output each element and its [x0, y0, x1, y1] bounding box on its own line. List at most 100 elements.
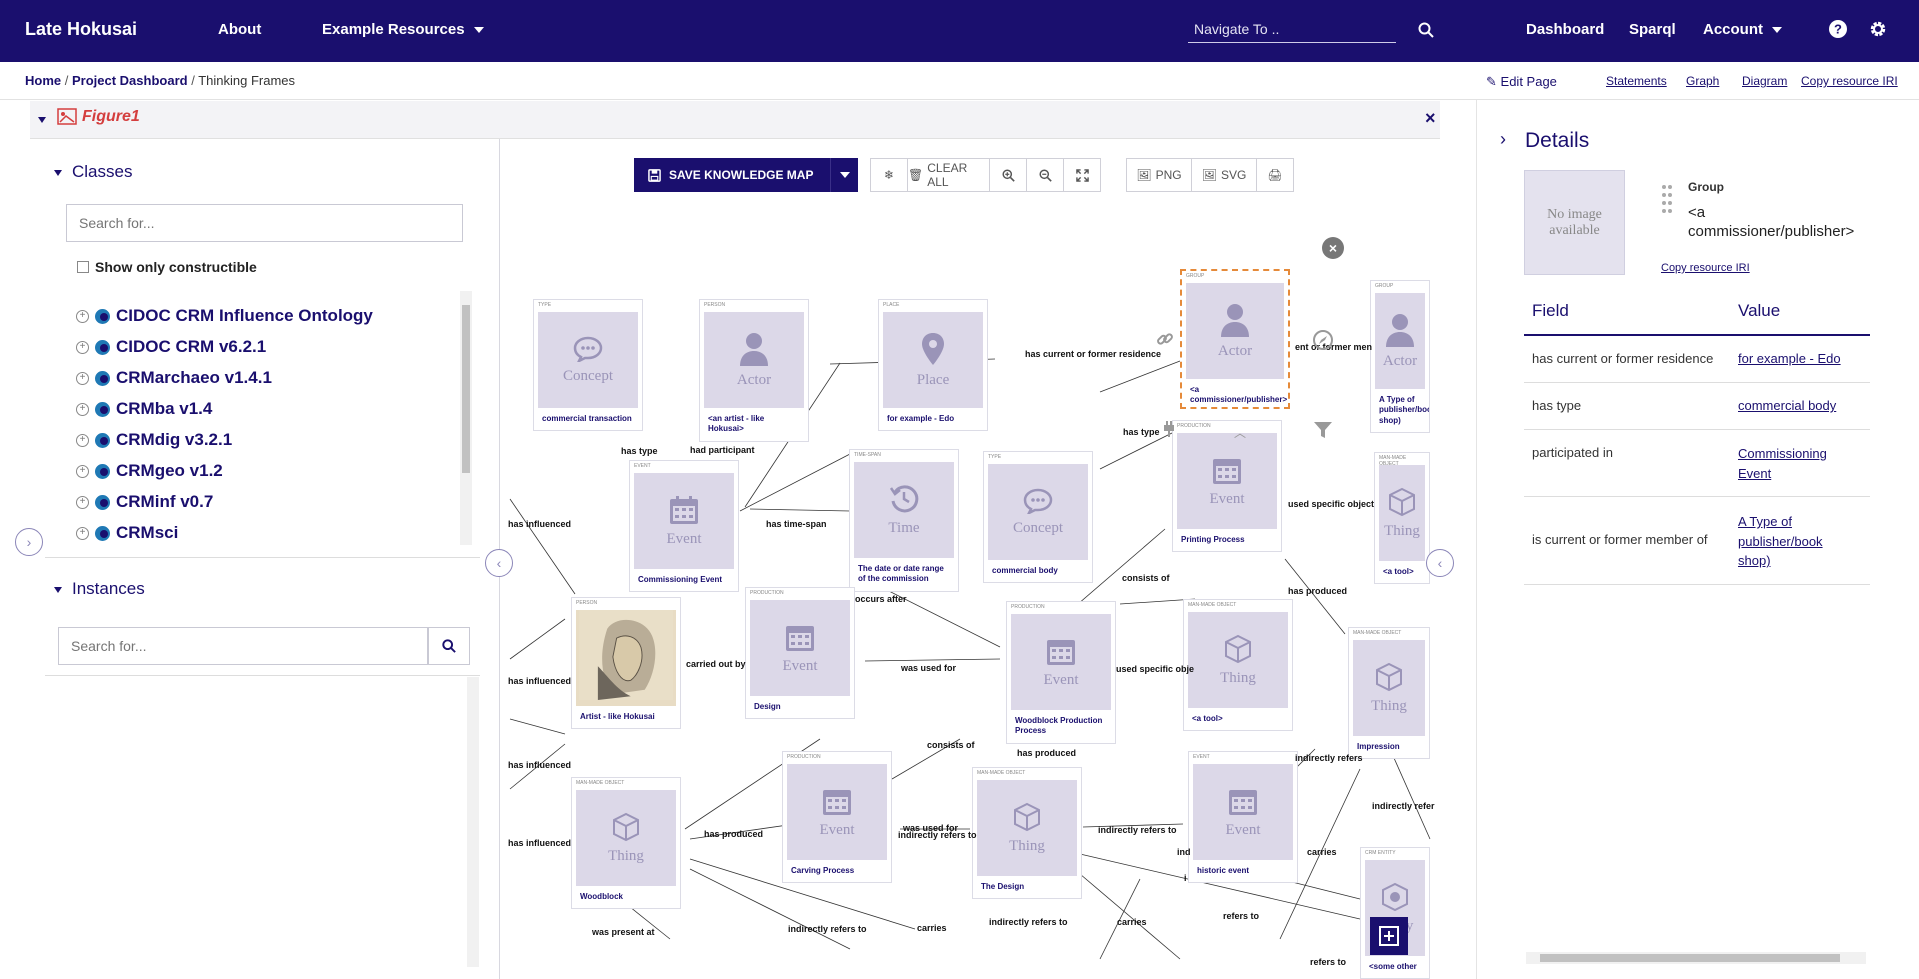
edit-page-link[interactable]: ✎ Edit Page [1486, 74, 1557, 90]
expand-plus-icon[interactable]: + [76, 464, 89, 478]
gear-icon[interactable] [1869, 20, 1887, 38]
nav-dashboard-link[interactable]: Dashboard [1526, 21, 1604, 38]
node-the-design[interactable]: MAN-MADE OBJECT Thing The Design [972, 767, 1082, 900]
instances-search-button[interactable] [428, 627, 470, 665]
details-value-link[interactable]: Commissioning Event [1738, 444, 1858, 483]
layout-button[interactable]: ❄ [870, 158, 908, 192]
node-commercial-body[interactable]: TYPE Concept commercial body [983, 451, 1093, 584]
tree-item-crminf[interactable]: + CRMinf v0.7 [76, 492, 213, 512]
node-carving-process[interactable]: PRODUCTION Event Carving Process [782, 751, 892, 884]
node-tool-middle[interactable]: MAN-MADE OBJECT Thing <a tool> [1183, 599, 1293, 732]
expand-sidebar-button[interactable]: › [15, 528, 43, 556]
zoom-in-button[interactable] [989, 158, 1027, 192]
show-only-constructible[interactable]: Show only constructible [77, 259, 257, 275]
expand-plus-icon[interactable]: + [76, 309, 89, 323]
expand-right-panel-button[interactable]: ‹ [1426, 549, 1454, 577]
node-time-span[interactable]: TIME-SPAN Time The date or date range of… [849, 449, 959, 592]
edge-label: carried out by [686, 659, 746, 669]
help-icon[interactable]: ? [1829, 20, 1847, 38]
fit-to-screen-button[interactable] [1063, 158, 1101, 192]
remove-node-button[interactable]: × [1322, 237, 1344, 259]
node-kind: Event [1209, 490, 1245, 507]
breadcrumb-home[interactable]: Home [25, 73, 61, 88]
node-publisher-book-shop[interactable]: GROUP Actor A Type of publisher/book sho… [1370, 280, 1430, 434]
scrollbar-thumb[interactable] [1540, 954, 1840, 962]
details-value-link[interactable]: for example - Edo [1738, 351, 1841, 366]
collapse-left-panel-button[interactable]: ‹ [485, 549, 513, 577]
scrollbar-thumb[interactable] [462, 305, 470, 473]
print-button[interactable]: 🖨 [1256, 158, 1294, 192]
knowledge-map-canvas[interactable]: TYPE Concept commercial transaction PERS… [500, 139, 1440, 979]
tree-item-crmarchaeo[interactable]: + CRMarchaeo v1.4.1 [76, 368, 272, 388]
nav-about-link[interactable]: About [218, 21, 261, 38]
brand-title[interactable]: Late Hokusai [25, 19, 137, 40]
close-figure-button[interactable]: × [1425, 108, 1436, 129]
tree-item-crmdig[interactable]: + CRMdig v3.2.1 [76, 430, 232, 450]
node-artist-actor[interactable]: PERSON Actor <an artist - like Hokusai> [699, 299, 809, 442]
instances-header[interactable]: Instances [54, 579, 145, 599]
node-artist-hokusai[interactable]: PERSON Artist - like Hokusai [571, 597, 681, 730]
expand-plus-icon[interactable]: + [76, 526, 89, 540]
instances-scrollbar[interactable] [467, 677, 479, 967]
compass-icon[interactable] [1312, 329, 1334, 351]
node-woodblock[interactable]: MAN-MADE OBJECT Thing Woodblock [571, 777, 681, 910]
navigate-search-input[interactable] [1188, 15, 1396, 43]
drag-handle-icon[interactable] [1662, 184, 1672, 220]
tree-item-crmba[interactable]: + CRMba v1.4 [76, 399, 212, 419]
graph-link[interactable]: Graph [1686, 74, 1719, 88]
add-node-button[interactable] [1370, 917, 1408, 955]
nav-account-menu[interactable]: Account [1703, 21, 1782, 38]
classes-search-input[interactable] [66, 204, 463, 242]
node-tool-right[interactable]: MAN-MADE OBJECT Thing <a tool> [1374, 452, 1430, 585]
copy-resource-iri-details-link[interactable]: Copy resource IRI [1661, 262, 1750, 274]
clear-all-button[interactable]: 🗑 CLEAR ALL [907, 158, 990, 192]
plug-icon[interactable] [1162, 421, 1176, 437]
nav-example-resources[interactable]: Example Resources [322, 21, 484, 38]
diagram-link[interactable]: Diagram [1742, 74, 1787, 88]
node-printing-process[interactable]: PRODUCTION Event Printing Process [1172, 420, 1282, 553]
tree-item-cidoc-influence[interactable]: + CIDOC CRM Influence Ontology [76, 306, 373, 326]
tree-item-label: CRMdig v3.2.1 [116, 430, 233, 449]
search-icon[interactable] [1418, 22, 1434, 38]
classes-header[interactable]: Classes [54, 162, 132, 182]
save-options-dropdown[interactable] [830, 158, 858, 192]
node-commissioning-event[interactable]: EVENT Event Commissioning Event [629, 460, 739, 593]
collapse-triangle-icon[interactable] [38, 117, 46, 123]
instances-search-input[interactable] [58, 627, 428, 665]
expand-plus-icon[interactable]: + [76, 402, 89, 416]
ontology-icon [95, 432, 110, 448]
node-woodblock-production[interactable]: PRODUCTION Event Woodblock Production Pr… [1006, 601, 1116, 744]
node-commissioner-publisher-selected[interactable]: GROUP Actor <a commissioner/publisher> [1180, 269, 1290, 409]
classes-scrollbar[interactable] [460, 291, 472, 545]
node-place-edo[interactable]: PLACE Place for example - Edo [878, 299, 988, 432]
node-crm-entity[interactable]: CRM ENTITY Entity <some other [1360, 847, 1430, 979]
tree-item-crmsci[interactable]: + CRMsci [76, 523, 178, 543]
details-field: is current or former member of [1532, 532, 1708, 547]
filter-icon[interactable] [1313, 421, 1333, 439]
tree-item-crmgeo[interactable]: + CRMgeo v1.2 [76, 461, 223, 481]
export-png-button[interactable]: 🖼 PNG [1126, 158, 1192, 192]
node-historic-event[interactable]: EVENT Event historic event [1188, 751, 1298, 884]
chevron-right-icon[interactable]: › [1500, 129, 1506, 150]
details-horizontal-scrollbar[interactable] [1526, 952, 1866, 964]
nav-sparql-link[interactable]: Sparql [1629, 21, 1676, 38]
link-icon[interactable] [1155, 329, 1175, 349]
tree-item-cidoc-crm[interactable]: + CIDOC CRM v6.2.1 [76, 337, 266, 357]
details-value-link[interactable]: commercial body [1738, 398, 1836, 413]
export-svg-button[interactable]: 🖼 SVG [1191, 158, 1257, 192]
constructible-checkbox[interactable] [77, 261, 89, 273]
node-commercial-transaction[interactable]: TYPE Concept commercial transaction [533, 299, 643, 432]
zoom-out-button[interactable] [1026, 158, 1064, 192]
expand-plus-icon[interactable]: + [76, 371, 89, 385]
expand-plus-icon[interactable]: + [76, 340, 89, 354]
copy-resource-iri-link[interactable]: Copy resource IRI [1801, 74, 1898, 88]
node-impression[interactable]: MAN-MADE OBJECT Thing Impression [1348, 627, 1430, 760]
chevron-up-icon[interactable]: ︿ [1234, 424, 1246, 441]
node-design[interactable]: PRODUCTION Event Design [745, 587, 855, 720]
details-value-link[interactable]: A Type of publisher/book shop) [1738, 512, 1848, 571]
statements-link[interactable]: Statements [1606, 74, 1667, 88]
expand-plus-icon[interactable]: + [76, 495, 89, 509]
breadcrumb-project-dashboard[interactable]: Project Dashboard [72, 73, 188, 88]
save-knowledge-map-button[interactable]: SAVE KNOWLEDGE MAP [634, 158, 858, 192]
expand-plus-icon[interactable]: + [76, 433, 89, 447]
